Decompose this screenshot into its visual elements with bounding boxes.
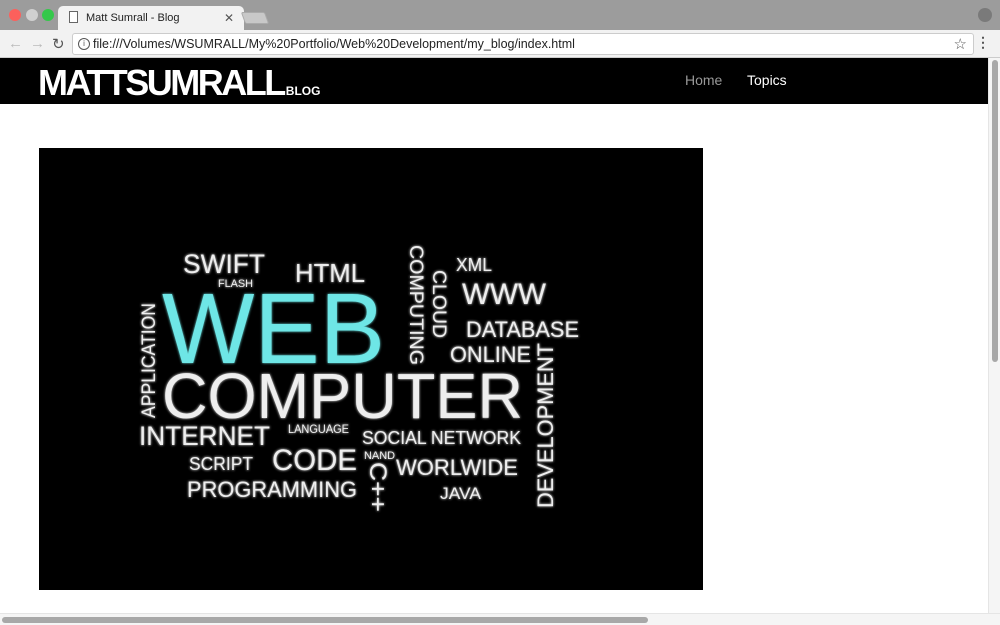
word-script: SCRIPT bbox=[189, 454, 253, 474]
new-tab-button[interactable] bbox=[240, 12, 270, 24]
close-window-button[interactable] bbox=[9, 9, 21, 21]
close-tab-icon[interactable]: ✕ bbox=[224, 11, 234, 25]
word-cloud-image: WEB COMPUTER SWIFT FLASH HTML COMPUTING … bbox=[39, 148, 703, 590]
profile-icon[interactable] bbox=[978, 8, 992, 22]
word-html: HTML bbox=[295, 258, 365, 288]
back-icon[interactable]: ← bbox=[8, 35, 23, 52]
word-language: LANGUAGE bbox=[288, 422, 349, 436]
tab-title: Matt Sumrall - Blog bbox=[86, 12, 180, 24]
word-www: WWW bbox=[462, 278, 547, 311]
word-swift: SWIFT bbox=[183, 249, 265, 279]
word-application: APPLICATION bbox=[139, 303, 160, 418]
minimize-window-button[interactable] bbox=[26, 9, 38, 21]
browser-menu-icon[interactable]: ⋮ bbox=[976, 34, 990, 51]
logo-sub: BLOG bbox=[285, 84, 321, 98]
word-cplusplus: C++ bbox=[364, 462, 391, 512]
site-header: MATTSUMRALL BLOG Home Topics bbox=[0, 58, 988, 104]
browser-tab[interactable]: Matt Sumrall - Blog ✕ bbox=[58, 6, 244, 30]
word-computing: COMPUTING bbox=[405, 245, 426, 365]
maximize-window-button[interactable] bbox=[42, 9, 54, 21]
vertical-scrollbar[interactable] bbox=[988, 58, 1000, 613]
word-code: CODE bbox=[272, 444, 357, 477]
url-text[interactable]: file:///Volumes/WSUMRALL/My%20Portfolio/… bbox=[93, 37, 575, 51]
forward-icon[interactable]: → bbox=[30, 35, 45, 52]
bookmark-star-icon[interactable]: ☆ bbox=[954, 35, 967, 53]
word-java: JAVA bbox=[440, 484, 482, 503]
site-logo[interactable]: MATTSUMRALL BLOG bbox=[38, 62, 320, 104]
word-xml: XML bbox=[456, 255, 492, 275]
word-database: DATABASE bbox=[466, 317, 579, 342]
address-bar[interactable]: i file:///Volumes/WSUMRALL/My%20Portfoli… bbox=[72, 33, 974, 55]
browser-titlebar: Matt Sumrall - Blog ✕ bbox=[0, 0, 1000, 30]
nav-home[interactable]: Home bbox=[685, 72, 722, 88]
word-nand: NAND bbox=[364, 450, 395, 462]
document-icon bbox=[69, 11, 78, 23]
vertical-scroll-thumb[interactable] bbox=[992, 60, 998, 362]
word-internet: INTERNET bbox=[139, 421, 270, 451]
word-social-network: SOCIAL NETWORK bbox=[362, 428, 521, 448]
word-flash: FLASH bbox=[218, 278, 253, 290]
logo-text: MATTSUMRALL bbox=[38, 62, 286, 103]
word-cloud: CLOUD bbox=[428, 270, 449, 338]
word-development: DEVELOPMENT bbox=[533, 343, 558, 508]
browser-toolbar: ← → ↻ i file:///Volumes/WSUMRALL/My%20Po… bbox=[0, 30, 1000, 58]
horizontal-scroll-thumb[interactable] bbox=[2, 617, 648, 623]
horizontal-scrollbar[interactable] bbox=[0, 613, 1000, 625]
reload-icon[interactable]: ↻ bbox=[52, 35, 65, 53]
info-icon[interactable]: i bbox=[78, 38, 90, 50]
nav-topics[interactable]: Topics bbox=[747, 72, 787, 88]
word-programming: PROGRAMMING bbox=[187, 477, 357, 502]
word-online: ONLINE bbox=[450, 342, 531, 367]
word-worlwide: WORLWIDE bbox=[396, 455, 518, 480]
